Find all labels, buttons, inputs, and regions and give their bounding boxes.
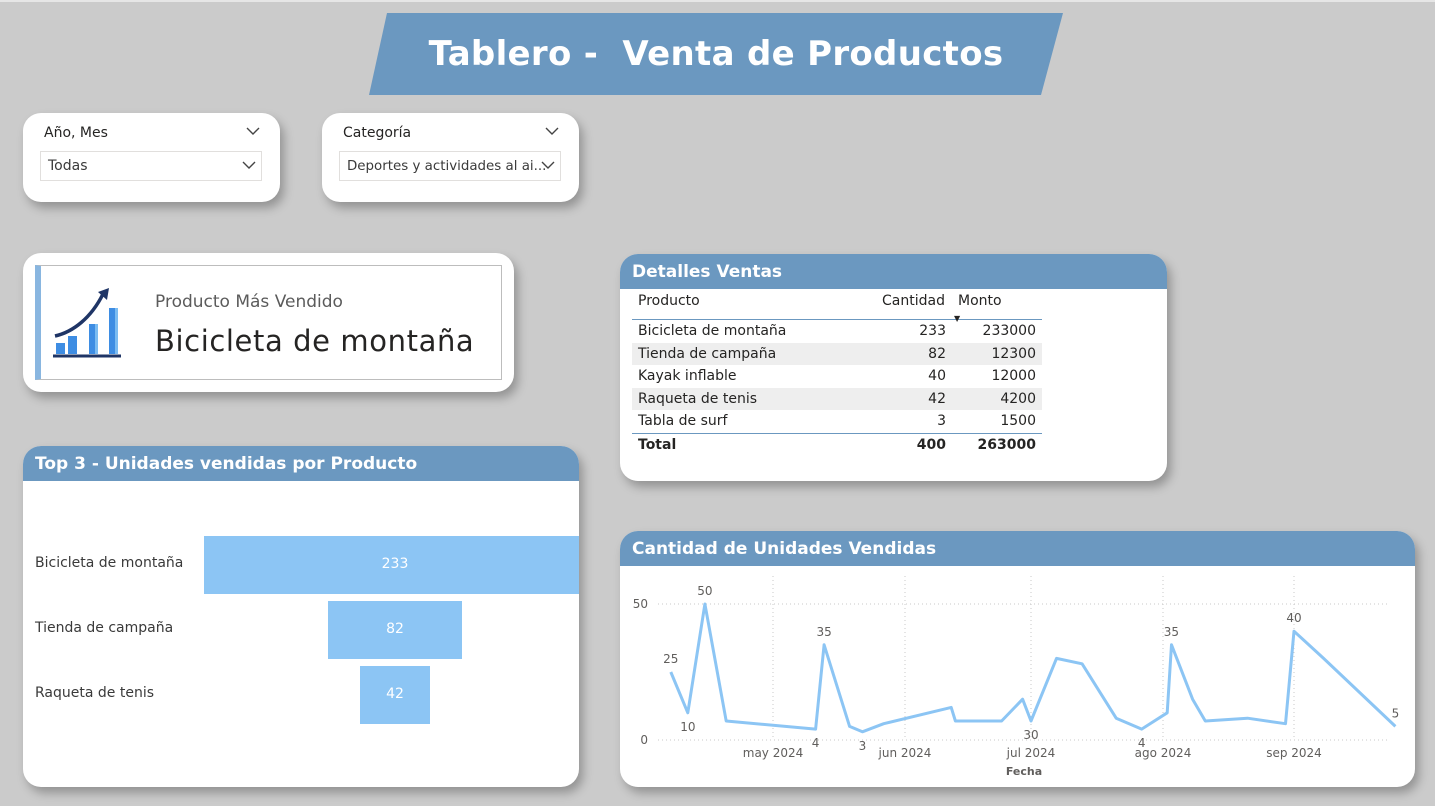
- table-row[interactable]: Kayak inflable 40 12000: [632, 365, 1042, 388]
- table-cell-cantidad: 3: [937, 413, 946, 430]
- chevron-down-icon[interactable]: [545, 125, 559, 140]
- chevron-down-icon: [541, 152, 555, 180]
- x-tick-label: jul 2024: [1006, 746, 1056, 760]
- data-label: 10: [680, 720, 695, 734]
- table-total-row: Total 400 263000: [632, 433, 1042, 456]
- data-label: 30: [1023, 728, 1038, 742]
- slicer-year-month-dropdown[interactable]: Todas: [40, 151, 262, 181]
- slicer-category-label: Categoría: [343, 125, 412, 141]
- details-table-card: Detalles Ventas Producto Cantidad Monto …: [620, 254, 1167, 481]
- table-cell-cantidad: 82: [876, 342, 952, 365]
- kpi-value: Bicicleta de montaña: [155, 324, 475, 358]
- funnel-category-label: Tienda de campaña: [35, 620, 174, 636]
- funnel-category-label: Bicicleta de montaña: [35, 555, 184, 571]
- table-header-row: Producto Cantidad Monto ▼: [632, 293, 1042, 323]
- data-label: 35: [816, 625, 831, 639]
- column-header-cantidad[interactable]: Cantidad: [876, 293, 952, 320]
- table-cell-producto: Kayak inflable: [638, 368, 737, 385]
- table-cell-producto: Raqueta de tenis: [632, 387, 876, 410]
- funnel-category-label: Raqueta de tenis: [35, 685, 154, 701]
- table-row[interactable]: Raqueta de tenis 42 4200: [632, 387, 1042, 410]
- x-tick-label: jun 2024: [878, 746, 932, 760]
- slicer-category-value: Deportes y actividades al ai...: [347, 159, 547, 174]
- table-cell-cantidad: 233: [919, 323, 946, 340]
- line-chart-card: Cantidad de Unidades Vendidas 0 50 may 202…: [620, 531, 1415, 787]
- funnel-chart-card: Top 3 - Unidades vendidas por Producto B…: [23, 446, 579, 787]
- funnel-data-label: 233: [381, 556, 409, 572]
- y-tick-label: 0: [640, 733, 648, 747]
- chevron-down-icon: [242, 152, 256, 180]
- table-cell-monto: 233000: [982, 323, 1036, 340]
- slicer-year-month-label: Año, Mes: [44, 125, 108, 141]
- slicer-year-month[interactable]: Año, Mes Todas: [23, 113, 280, 202]
- sort-descending-icon: ▼: [954, 314, 961, 323]
- funnel-data-label: 42: [386, 686, 404, 702]
- kpi-frame: Producto Más Vendido Bicicleta de montañ…: [35, 265, 502, 380]
- kpi-card: Producto Más Vendido Bicicleta de montañ…: [23, 253, 514, 392]
- total-cantidad: 400: [916, 436, 946, 453]
- page-title: Tablero - Venta de Productos: [428, 34, 1004, 74]
- x-tick-label: may 2024: [743, 746, 804, 760]
- data-label: 40: [1286, 611, 1301, 625]
- table-row[interactable]: Bicicleta de montaña 233 233000: [632, 320, 1042, 343]
- line-chart: 050may 2024 jun 2024 jul 2024 ago 2024 sep 2…: [633, 576, 1400, 778]
- column-header-monto-label: Monto: [958, 293, 1002, 309]
- total-monto: 263000: [977, 436, 1036, 453]
- data-label: 35: [1164, 625, 1179, 639]
- slicer-year-month-value: Todas: [48, 158, 88, 174]
- data-label: 4: [1138, 736, 1146, 750]
- table-cell-cantidad: 40: [928, 368, 946, 385]
- table-cell-producto: Tienda de campaña: [632, 342, 876, 365]
- data-label: 50: [697, 584, 712, 598]
- slicer-category[interactable]: Categoría Deportes y actividades al ai..…: [322, 113, 579, 202]
- table-row[interactable]: Tienda de campaña 82 12300: [632, 342, 1042, 365]
- table-cell-monto: 12300: [952, 342, 1042, 365]
- title-banner: Tablero - Venta de Productos: [369, 13, 1063, 95]
- column-header-monto[interactable]: Monto ▼: [952, 293, 1042, 323]
- kpi-caption: Producto Más Vendido: [155, 292, 343, 312]
- chevron-down-icon[interactable]: [246, 125, 260, 140]
- y-tick-label: 50: [633, 597, 648, 611]
- funnel-data-label: 82: [386, 621, 404, 637]
- data-label: 25: [663, 652, 678, 666]
- total-label: Total: [638, 436, 677, 453]
- funnel-chart: Bicicleta de montaña 233 Tienda de campaña…: [23, 446, 579, 787]
- table-cell-monto: 12000: [991, 368, 1036, 385]
- table-cell-producto: Tabla de surf: [638, 413, 728, 430]
- table-row[interactable]: Tabla de surf 3 1500: [632, 410, 1042, 433]
- x-tick-label: sep 2024: [1266, 746, 1322, 760]
- data-label: 4: [812, 736, 820, 750]
- column-header-producto[interactable]: Producto: [632, 293, 876, 320]
- table-cell-monto: 4200: [952, 387, 1042, 410]
- top-border: [0, 0, 1435, 2]
- table-cell-monto: 1500: [1000, 413, 1036, 430]
- slicer-category-dropdown[interactable]: Deportes y actividades al ai...: [339, 151, 561, 181]
- table-cell-producto: Bicicleta de montaña: [638, 323, 787, 340]
- table-cell-cantidad: 42: [876, 387, 952, 410]
- details-table-title: Detalles Ventas: [620, 254, 1167, 289]
- growth-chart-icon: [53, 288, 121, 358]
- data-label: 5: [1392, 706, 1400, 720]
- data-label: 3: [859, 739, 867, 753]
- x-axis-title: Fecha: [1006, 765, 1042, 778]
- details-table: Producto Cantidad Monto ▼ Bicicleta de m…: [632, 293, 1042, 456]
